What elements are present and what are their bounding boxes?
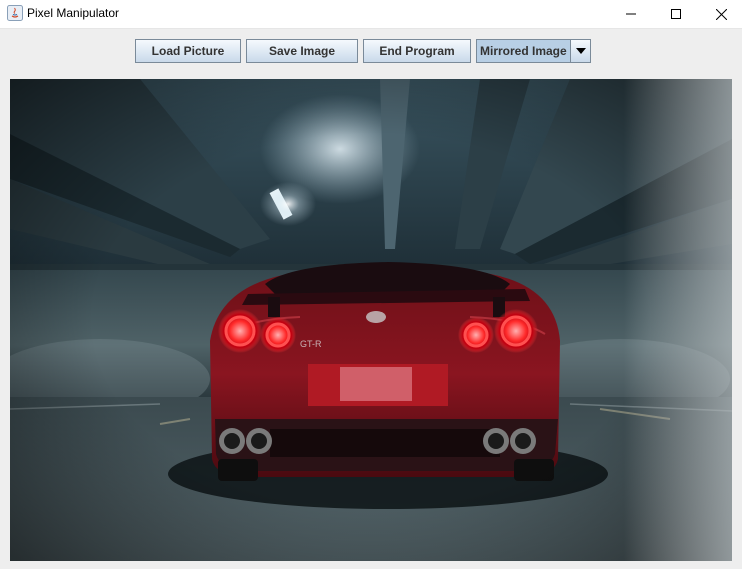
- end-program-button[interactable]: End Program: [363, 39, 471, 63]
- minimize-icon: [626, 13, 636, 15]
- title-bar: Pixel Manipulator: [0, 0, 742, 29]
- load-picture-button[interactable]: Load Picture: [135, 39, 241, 63]
- save-image-button[interactable]: Save Image: [246, 39, 358, 63]
- maximize-button[interactable]: [653, 0, 699, 28]
- filter-dropdown[interactable]: Mirrored Image: [476, 39, 591, 63]
- close-icon: [715, 8, 727, 20]
- maximize-icon: [671, 9, 681, 19]
- window-title: Pixel Manipulator: [27, 6, 120, 20]
- image-canvas: GT-R: [10, 79, 732, 561]
- chevron-down-icon: [575, 48, 586, 54]
- close-button[interactable]: [698, 0, 742, 28]
- dropdown-arrow-button[interactable]: [570, 40, 590, 62]
- minimize-button[interactable]: [608, 0, 654, 28]
- java-app-icon: [7, 5, 23, 21]
- car-picture: GT-R: [10, 79, 732, 561]
- filter-dropdown-value: Mirrored Image: [480, 44, 567, 58]
- toolbar: Load Picture Save Image End Program Mirr…: [0, 29, 742, 71]
